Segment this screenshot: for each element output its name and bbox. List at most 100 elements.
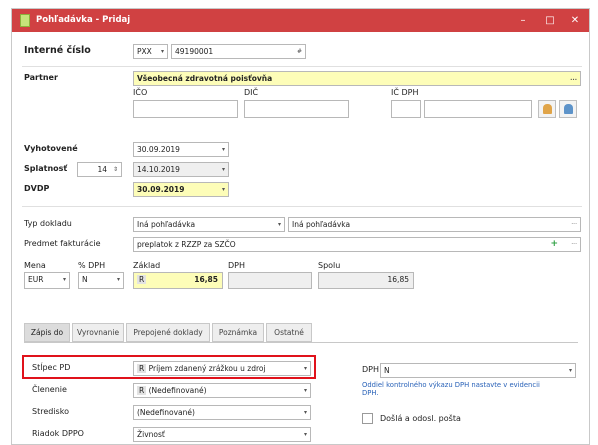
receivable-window: Pohľadávka - Pridaj – □ ✕ Interné číslo … bbox=[11, 8, 590, 445]
doc-type-desc-field[interactable]: Iná pohľadávka ··· bbox=[288, 217, 581, 232]
ico-field[interactable] bbox=[133, 100, 238, 118]
due-days-value: 14 bbox=[97, 165, 107, 174]
vat-pct-select[interactable]: N ▾ bbox=[78, 272, 124, 289]
partner-value: Všeobecná zdravotná poisťovňa bbox=[137, 74, 273, 83]
division-label: Členenie bbox=[32, 385, 67, 394]
row-dppo-label: Riadok DPPO bbox=[32, 429, 84, 438]
issued-date-field[interactable]: 30.09.2019 ▾ bbox=[133, 142, 229, 157]
issued-date-value: 30.09.2019 bbox=[137, 145, 180, 154]
division-select[interactable]: R (Nedefinované) ▾ bbox=[133, 383, 311, 398]
base-label: Základ bbox=[133, 261, 161, 270]
division-value: (Nedefinované) bbox=[148, 386, 207, 395]
partner-lookup-button[interactable] bbox=[538, 100, 556, 118]
maximize-button[interactable]: □ bbox=[539, 13, 561, 28]
separator bbox=[22, 206, 582, 207]
window-title: Pohľadávka - Pridaj bbox=[36, 15, 131, 25]
due-date-field[interactable]: 14.10.2019 ▾ bbox=[133, 162, 229, 177]
doc-type-label: Typ dokladu bbox=[24, 219, 72, 228]
vat-note-line2[interactable]: DPH. bbox=[362, 389, 378, 397]
dic-label: DIČ bbox=[244, 88, 259, 97]
tab-poznamka[interactable]: Poznámka bbox=[212, 323, 264, 342]
currency-value: EUR bbox=[28, 275, 44, 284]
chevron-down-icon: ▾ bbox=[303, 431, 307, 438]
total-amount-value: 16,85 bbox=[387, 275, 409, 284]
chevron-down-icon: ▾ bbox=[221, 166, 225, 173]
vat-amount-label: DPH bbox=[228, 261, 245, 270]
center-select[interactable]: (Nedefinované) ▾ bbox=[133, 405, 311, 420]
ellipsis-button[interactable]: ... bbox=[570, 72, 577, 85]
subject-field[interactable]: preplatok z RZZP za SZČO + ··· bbox=[133, 237, 581, 252]
due-label: Splatnosť bbox=[24, 164, 68, 173]
center-label: Stredisko bbox=[32, 407, 69, 416]
stepper-arrows-icon[interactable]: ⇕ bbox=[113, 163, 118, 176]
partner-label: Partner bbox=[24, 73, 58, 82]
chevron-down-icon: ▾ bbox=[277, 221, 281, 228]
vat-code-label: DPH bbox=[362, 365, 379, 374]
person-icon bbox=[543, 104, 552, 114]
chevron-down-icon: ▾ bbox=[62, 276, 66, 283]
partner-register-button[interactable] bbox=[559, 100, 577, 118]
doc-type-select[interactable]: Iná pohľadávka ▾ bbox=[133, 217, 285, 232]
icdph-prefix-field[interactable] bbox=[391, 100, 421, 118]
chevron-down-icon: ▾ bbox=[116, 276, 120, 283]
chevron-down-icon: ▾ bbox=[303, 387, 307, 394]
issued-label: Vyhotovené bbox=[24, 144, 78, 153]
tab-prepojene-doklady[interactable]: Prepojené doklady bbox=[126, 323, 210, 342]
vat-amount-field bbox=[228, 272, 312, 289]
total-label: Spolu bbox=[318, 261, 341, 270]
dvdp-date-value: 30.09.2019 bbox=[137, 185, 185, 194]
due-date-value: 14.10.2019 bbox=[137, 165, 180, 174]
mail-checkbox[interactable] bbox=[362, 413, 373, 424]
row-dppo-value: Živnosť bbox=[137, 430, 165, 439]
chevron-down-icon: ▾ bbox=[568, 367, 572, 374]
due-days-stepper[interactable]: 14 ⇕ bbox=[77, 162, 122, 177]
title-bar: Pohľadávka - Pridaj – □ ✕ bbox=[12, 9, 589, 32]
dvdp-date-field[interactable]: 30.09.2019 ▾ bbox=[133, 182, 229, 197]
chevron-down-icon: ▾ bbox=[221, 186, 225, 193]
ellipsis-icon[interactable]: ··· bbox=[571, 218, 577, 231]
highlight-box bbox=[22, 355, 316, 379]
currency-label: Mena bbox=[24, 261, 46, 270]
ellipsis-icon[interactable]: ··· bbox=[571, 238, 577, 251]
number-field[interactable]: 49190001 # bbox=[171, 44, 306, 59]
chevron-down-icon: ▾ bbox=[303, 409, 307, 416]
vat-code-value: N bbox=[384, 366, 390, 375]
division-prefix: R bbox=[137, 386, 147, 395]
base-amount-field[interactable]: R 16,85 bbox=[133, 272, 223, 289]
number-value: 49190001 bbox=[175, 47, 214, 56]
separator bbox=[22, 66, 582, 67]
subject-label: Predmet fakturácie bbox=[24, 239, 101, 248]
document-icon bbox=[20, 14, 30, 27]
doc-type-desc-value: Iná pohľadávka bbox=[292, 220, 351, 229]
doc-type-value: Iná pohľadávka bbox=[137, 220, 196, 229]
dic-field[interactable] bbox=[244, 100, 349, 118]
icdph-field[interactable] bbox=[424, 100, 532, 118]
tab-zapis-do[interactable]: Zápis do bbox=[24, 323, 70, 342]
person-icon bbox=[564, 104, 573, 114]
vat-pct-label: % DPH bbox=[78, 261, 106, 270]
series-value: PXX bbox=[137, 47, 152, 56]
chevron-down-icon: ▾ bbox=[221, 146, 225, 153]
series-select[interactable]: PXX ▾ bbox=[133, 44, 168, 59]
subject-value: preplatok z RZZP za SZČO bbox=[137, 240, 236, 249]
tab-ostatne[interactable]: Ostatné bbox=[266, 323, 312, 342]
base-amount-value: 16,85 bbox=[194, 275, 218, 284]
vat-note-line1[interactable]: Oddiel kontrolného výkazu DPH nastavte v… bbox=[362, 381, 540, 389]
internal-number-label: Interné číslo bbox=[24, 45, 91, 56]
currency-select[interactable]: EUR ▾ bbox=[24, 272, 70, 289]
vat-code-select[interactable]: N ▾ bbox=[380, 363, 576, 378]
center-value: (Nedefinované) bbox=[137, 408, 195, 417]
tab-vyrovnanie[interactable]: Vyrovnanie bbox=[72, 323, 124, 342]
ico-label: IČO bbox=[133, 88, 148, 97]
partner-field[interactable]: Všeobecná zdravotná poisťovňa... bbox=[133, 71, 581, 86]
base-prefix: R bbox=[137, 275, 147, 284]
close-button[interactable]: ✕ bbox=[564, 13, 586, 28]
vat-pct-value: N bbox=[82, 275, 88, 284]
chevron-down-icon: ▾ bbox=[160, 48, 164, 55]
minimize-button[interactable]: – bbox=[512, 13, 534, 28]
icdph-label: IČ DPH bbox=[391, 88, 419, 97]
row-dppo-select[interactable]: Živnosť ▾ bbox=[133, 427, 311, 442]
mail-checkbox-label: Došlá a odosl. pošta bbox=[380, 414, 461, 423]
total-amount-field: 16,85 bbox=[318, 272, 414, 289]
add-icon[interactable]: + bbox=[550, 238, 558, 251]
